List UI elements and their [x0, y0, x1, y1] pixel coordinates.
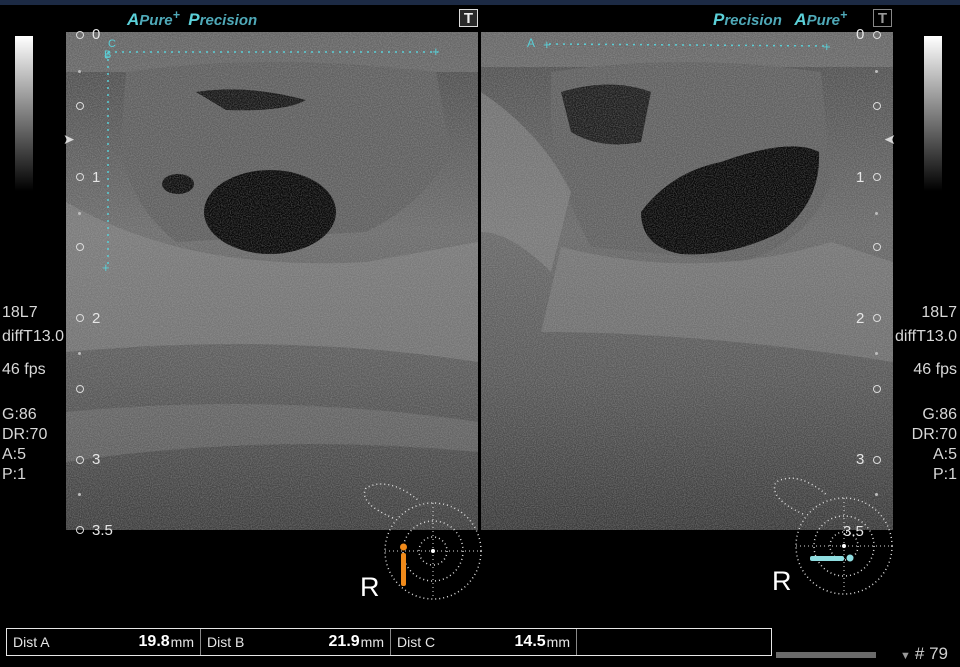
- measurement-value: 21.9: [328, 633, 360, 650]
- depth-minor-tick: [875, 352, 878, 355]
- transducer-label-left: 18L7: [2, 304, 38, 321]
- depth-label-left: 2: [92, 310, 101, 327]
- depth-minor-tick: [78, 212, 81, 215]
- cine-position-icon: ▼: [900, 650, 911, 662]
- focus-marker-left-icon[interactable]: ➤: [63, 130, 75, 149]
- svg-text:+: +: [432, 44, 440, 59]
- depth-minor-tick: [78, 493, 81, 496]
- a-value-label-right: A:5: [932, 446, 957, 463]
- depth-tick-ring: [873, 314, 881, 322]
- apure-precision-label-left: APure+ Precision: [127, 8, 258, 29]
- measurement-dist-b[interactable]: Dist B 21.9 mm: [201, 629, 391, 655]
- measurement-value: 14.5: [514, 633, 546, 650]
- depth-label-left: 3: [92, 451, 101, 468]
- depth-minor-tick: [875, 70, 878, 73]
- depth-tick-ring: [76, 456, 84, 464]
- measurement-dist-a[interactable]: Dist A 19.8 mm: [7, 629, 201, 655]
- measurement-label: Dist B: [207, 634, 245, 650]
- measurement-label: Dist C: [397, 634, 436, 650]
- measurement-unit: mm: [170, 634, 194, 650]
- dynamic-range-label-left: DR:70: [2, 426, 48, 443]
- filter-label-left: diffT13.0: [2, 328, 64, 345]
- depth-tick-ring: [76, 243, 84, 251]
- svg-text:+: +: [102, 260, 110, 275]
- depth-label-right: 0: [856, 26, 865, 43]
- t-mode-icon-right[interactable]: T: [873, 9, 892, 27]
- side-marker-left: R: [360, 572, 380, 602]
- depth-label-right: 1: [856, 169, 865, 186]
- svg-text:+: +: [543, 37, 551, 52]
- measurement-results-bar: Dist A 19.8 mm Dist B 21.9 mm Dist C 14.…: [6, 628, 772, 656]
- grayscale-bar-left: [15, 36, 33, 191]
- frame-counter: ▼ # 79: [900, 644, 948, 663]
- probe-position-right: [810, 556, 844, 561]
- depth-minor-tick: [875, 212, 878, 215]
- probe-position-left: [401, 553, 406, 586]
- measurement-empty-cell: [577, 629, 771, 655]
- a-value-label-left: A:5: [2, 446, 27, 463]
- depth-tick-ring: [873, 456, 881, 464]
- gain-label-left: G:86: [2, 406, 37, 423]
- top-status-strip: [0, 0, 960, 5]
- body-marker-depth-right: 3.5: [843, 523, 864, 540]
- p-value-label-left: P:1: [2, 466, 27, 483]
- cine-progress-bar[interactable]: [776, 652, 876, 658]
- depth-tick-ring: [873, 102, 881, 110]
- measurement-dist-c[interactable]: Dist C 14.5 mm: [391, 629, 577, 655]
- depth-label-left: 0: [92, 26, 101, 43]
- measurement-label: Dist A: [13, 634, 50, 650]
- depth-label-left: 1: [92, 169, 101, 186]
- grayscale-bar-right: [924, 36, 942, 191]
- measurement-value: 19.8: [138, 633, 170, 650]
- depth-tick-ring: [76, 385, 84, 393]
- depth-label-right: 3: [856, 451, 865, 468]
- dynamic-range-label-right: DR:70: [911, 426, 957, 443]
- svg-text:+: +: [823, 39, 831, 54]
- measurement-unit: mm: [546, 634, 570, 650]
- measurement-unit: mm: [360, 634, 384, 650]
- t-mode-icon-left[interactable]: T: [459, 9, 478, 27]
- apure-precision-label-right: Precision APure+: [713, 8, 848, 29]
- focus-marker-right-icon[interactable]: ➤: [884, 130, 896, 149]
- depth-tick-ring: [873, 173, 881, 181]
- filter-label-right: diffT13.0: [895, 328, 957, 345]
- caliper-a-label: A: [527, 36, 536, 50]
- depth-tick-ring: [76, 102, 84, 110]
- depth-tick-ring: [873, 31, 881, 39]
- depth-tick-ring: [873, 243, 881, 251]
- depth-tick-ring: [76, 314, 84, 322]
- depth-tick-ring: [76, 31, 84, 39]
- depth-tick-ring: [873, 385, 881, 393]
- gain-label-right: G:86: [922, 406, 957, 423]
- p-value-label-right: P:1: [932, 466, 957, 483]
- caliper-b-label: B: [104, 49, 112, 61]
- side-marker-right: R: [772, 566, 792, 596]
- depth-label-left: 3.5: [92, 522, 113, 539]
- depth-tick-ring: [76, 173, 84, 181]
- transducer-label-right: 18L7: [921, 304, 957, 321]
- depth-label-right: 2: [856, 310, 865, 327]
- depth-tick-ring: [76, 526, 84, 534]
- ultrasound-image-right[interactable]: + + A: [481, 32, 893, 530]
- depth-minor-tick: [78, 70, 81, 73]
- fps-label-left: 46 fps: [2, 361, 46, 378]
- fps-label-right: 46 fps: [913, 361, 957, 378]
- depth-minor-tick: [78, 352, 81, 355]
- ultrasound-image-left[interactable]: + + + C B: [66, 32, 478, 530]
